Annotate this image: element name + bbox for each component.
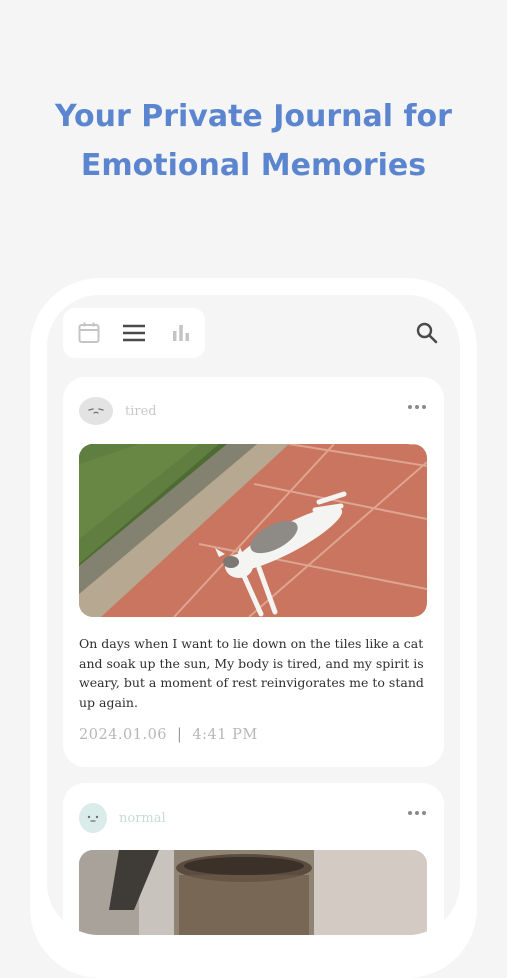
- mood-tag: tired: [79, 397, 157, 425]
- normal-face-icon: [79, 803, 107, 833]
- mood-label: tired: [125, 403, 157, 419]
- app-screen: tired On days when I want to lie down on…: [47, 295, 460, 935]
- entry-text: On days when I want to lie down on the t…: [79, 636, 424, 710]
- journal-entry-card[interactable]: tired On days when I want to lie down on…: [63, 377, 444, 767]
- more-options-icon[interactable]: [408, 811, 426, 815]
- headline: Your Private Journal for Emotional Memor…: [0, 92, 507, 190]
- list-icon: [123, 324, 145, 342]
- headline-line-2: Emotional Memories: [80, 148, 427, 183]
- bar-chart-icon: [173, 325, 189, 341]
- tab-calendar[interactable]: [69, 308, 109, 358]
- separator: |: [177, 727, 183, 743]
- calendar-icon: [78, 322, 100, 343]
- view-switcher: [63, 308, 205, 358]
- entry-timestamp: 2024.01.06 | 4:41 PM: [79, 727, 258, 743]
- entry-photo: [79, 444, 427, 617]
- entry-photo: [79, 850, 427, 935]
- journal-entry-card[interactable]: normal: [63, 783, 444, 935]
- tab-list[interactable]: [114, 308, 154, 358]
- search-icon: [416, 322, 438, 344]
- entry-date: 2024.01.06: [79, 727, 168, 743]
- search-button[interactable]: [413, 319, 441, 347]
- headline-line-1: Your Private Journal for: [55, 99, 452, 134]
- mood-tag: normal: [79, 803, 166, 833]
- mood-label: normal: [119, 810, 166, 826]
- entry-time: 4:41 PM: [192, 727, 258, 743]
- more-options-icon[interactable]: [408, 405, 426, 409]
- tab-statistics[interactable]: [161, 308, 201, 358]
- tired-face-icon: [79, 397, 113, 425]
